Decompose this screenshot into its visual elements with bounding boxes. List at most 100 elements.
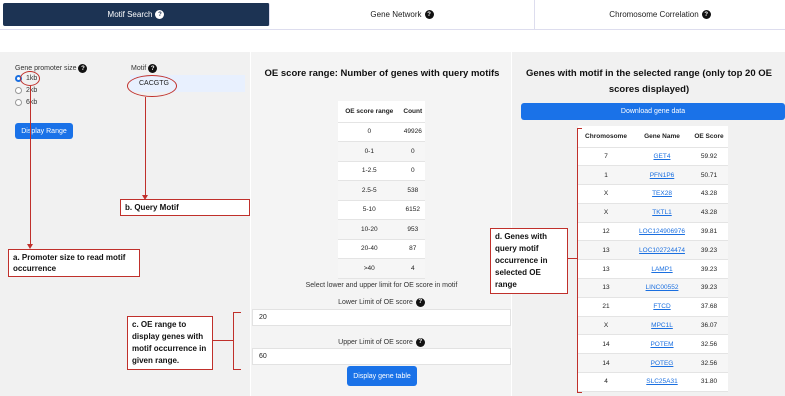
table-header-row: OE score range Count bbox=[338, 101, 425, 123]
table-cell: 6152 bbox=[400, 200, 425, 220]
oe-score-table: OE score range Count 0 49926 0-1 0 1-2.5 0 2.5… bbox=[338, 101, 425, 279]
table-cell: 43.28 bbox=[690, 184, 728, 204]
gene-table-body: 7 GET4 59.92 1 PFN1P6 50.71 X TEX28 43.28 X TKTL1 4… bbox=[578, 147, 728, 392]
table-cell: 37.68 bbox=[690, 297, 728, 317]
annotation-bracket-c-top bbox=[233, 312, 241, 313]
app-root: Motif Search ? Gene Network ? Chromosome… bbox=[0, 0, 785, 396]
gene-link[interactable]: TEX28 bbox=[634, 184, 690, 204]
table-row: 4 SLC25A31 31.80 bbox=[578, 372, 728, 392]
table-cell: 20-40 bbox=[338, 239, 401, 259]
table-cell: 50.71 bbox=[690, 165, 728, 186]
gene-link[interactable]: LOC102724474 bbox=[634, 240, 690, 261]
radio-icon[interactable] bbox=[15, 87, 22, 94]
annotation-oval-motif bbox=[127, 75, 177, 97]
gene-link[interactable]: LINC00552 bbox=[634, 278, 690, 298]
gene-link[interactable]: POTEG bbox=[634, 353, 690, 374]
tab-gene-network[interactable]: Gene Network ? bbox=[270, 0, 535, 29]
table-row: 13 LOC102724474 39.23 bbox=[578, 240, 728, 261]
table-row: X TKTL1 43.28 bbox=[578, 203, 728, 223]
gene-link[interactable]: MPC1L bbox=[634, 316, 690, 336]
table-row: 12 LOC124906976 39.81 bbox=[578, 222, 728, 242]
table-cell: 538 bbox=[400, 180, 425, 201]
table-cell: 5-10 bbox=[338, 200, 401, 220]
tab-label: Motif Search bbox=[107, 10, 153, 19]
radio-icon[interactable] bbox=[15, 99, 22, 106]
table-row: 14 POTEG 32.56 bbox=[578, 353, 728, 374]
table-row: X TEX28 43.28 bbox=[578, 184, 728, 204]
annotation-bracket-c-bottom bbox=[233, 369, 241, 370]
gene-link[interactable]: LAMP1 bbox=[634, 259, 690, 280]
upper-limit-input[interactable]: 60 bbox=[252, 348, 511, 365]
annotation-line-b bbox=[145, 97, 146, 197]
table-row: 7 GET4 59.92 bbox=[578, 147, 728, 167]
help-icon[interactable]: ? bbox=[415, 297, 425, 307]
radio-label: 6kb bbox=[26, 99, 38, 106]
radio-2kb[interactable]: 2kb bbox=[15, 87, 37, 94]
table-cell: 10-20 bbox=[338, 219, 401, 240]
gene-link[interactable]: POTEM bbox=[634, 334, 690, 355]
table-cell: 49926 bbox=[400, 122, 425, 142]
table-cell: 953 bbox=[400, 219, 425, 240]
table-cell: 13 bbox=[578, 259, 634, 280]
table-cell: 39.81 bbox=[690, 222, 728, 242]
gene-link[interactable]: PFN1P6 bbox=[634, 165, 690, 186]
column-header: Gene Name bbox=[634, 126, 690, 148]
motif-label: Motif ? bbox=[131, 64, 158, 73]
table-cell: 39.23 bbox=[690, 240, 728, 261]
table-row: 0-1 0 bbox=[338, 141, 425, 162]
table-row: 1-2.5 0 bbox=[338, 161, 425, 181]
table-cell: 21 bbox=[578, 297, 634, 317]
table-cell: X bbox=[578, 184, 634, 204]
annotation-bracket-d-top bbox=[577, 128, 582, 129]
table-row: 0 49926 bbox=[338, 122, 425, 142]
table-cell: 14 bbox=[578, 334, 634, 355]
table-row: 21 FTCD 37.68 bbox=[578, 297, 728, 317]
annotation-b: b. Query Motif bbox=[120, 199, 250, 216]
help-icon[interactable]: ? bbox=[701, 10, 711, 19]
tab-bar: Motif Search ? Gene Network ? Chromosome… bbox=[0, 0, 785, 30]
table-cell: 32.56 bbox=[690, 334, 728, 355]
radio-6kb[interactable]: 6kb bbox=[15, 99, 37, 106]
table-row: 1 PFN1P6 50.71 bbox=[578, 165, 728, 186]
table-cell: 36.07 bbox=[690, 316, 728, 336]
annotation-line-d bbox=[568, 258, 577, 259]
download-gene-data-button[interactable]: Download gene data bbox=[521, 103, 785, 120]
help-icon[interactable]: ? bbox=[424, 10, 434, 19]
lower-limit-input[interactable]: 20 bbox=[252, 309, 511, 326]
help-icon[interactable]: ? bbox=[148, 64, 158, 73]
gene-link[interactable]: LOC124906976 bbox=[634, 222, 690, 242]
select-limits-hint: Select lower and upper limit for OE scor… bbox=[305, 281, 458, 289]
oe-range-title: OE score range: Number of genes with que… bbox=[264, 68, 500, 79]
tab-chromosome-correlation[interactable]: Chromosome Correlation ? bbox=[535, 0, 785, 29]
annotation-bracket-c bbox=[233, 312, 234, 370]
upper-limit-label: Upper Limit of OE score ? bbox=[252, 337, 511, 347]
table-row: 10-20 953 bbox=[338, 219, 425, 240]
table-cell: X bbox=[578, 316, 634, 336]
display-gene-table-button[interactable]: Display gene table bbox=[347, 366, 417, 386]
column-header: Chromosome bbox=[578, 126, 634, 148]
table-cell: 31.80 bbox=[690, 372, 728, 392]
table-cell: X bbox=[578, 203, 634, 223]
radio-label: 2kb bbox=[26, 87, 38, 94]
tab-motif-search[interactable]: Motif Search ? bbox=[3, 3, 270, 26]
table-row: >40 4 bbox=[338, 258, 425, 279]
column-header: OE score range bbox=[338, 101, 401, 123]
table-cell: 0 bbox=[400, 141, 425, 162]
help-icon[interactable]: ? bbox=[415, 337, 425, 347]
display-range-button[interactable]: Display Range bbox=[15, 123, 73, 139]
help-icon[interactable]: ? bbox=[78, 64, 88, 73]
table-cell: >40 bbox=[338, 258, 401, 279]
gene-table: Chromosome Gene Name OE Score 7 GET4 59.92… bbox=[578, 126, 728, 392]
gene-link[interactable]: SLC25A31 bbox=[634, 372, 690, 392]
annotation-line-c bbox=[213, 340, 233, 341]
lower-limit-label: Lower Limit of OE score ? bbox=[252, 297, 511, 307]
gene-link[interactable]: FTCD bbox=[634, 297, 690, 317]
table-cell: 0 bbox=[400, 161, 425, 181]
table-cell: 87 bbox=[400, 239, 425, 259]
annotation-a: a. Promoter size to read motif occurrenc… bbox=[8, 249, 140, 277]
gene-link[interactable]: GET4 bbox=[634, 147, 690, 167]
table-row: 5-10 6152 bbox=[338, 200, 425, 220]
help-icon[interactable]: ? bbox=[155, 10, 165, 19]
gene-link[interactable]: TKTL1 bbox=[634, 203, 690, 223]
annotation-oval-promoter bbox=[20, 71, 40, 86]
